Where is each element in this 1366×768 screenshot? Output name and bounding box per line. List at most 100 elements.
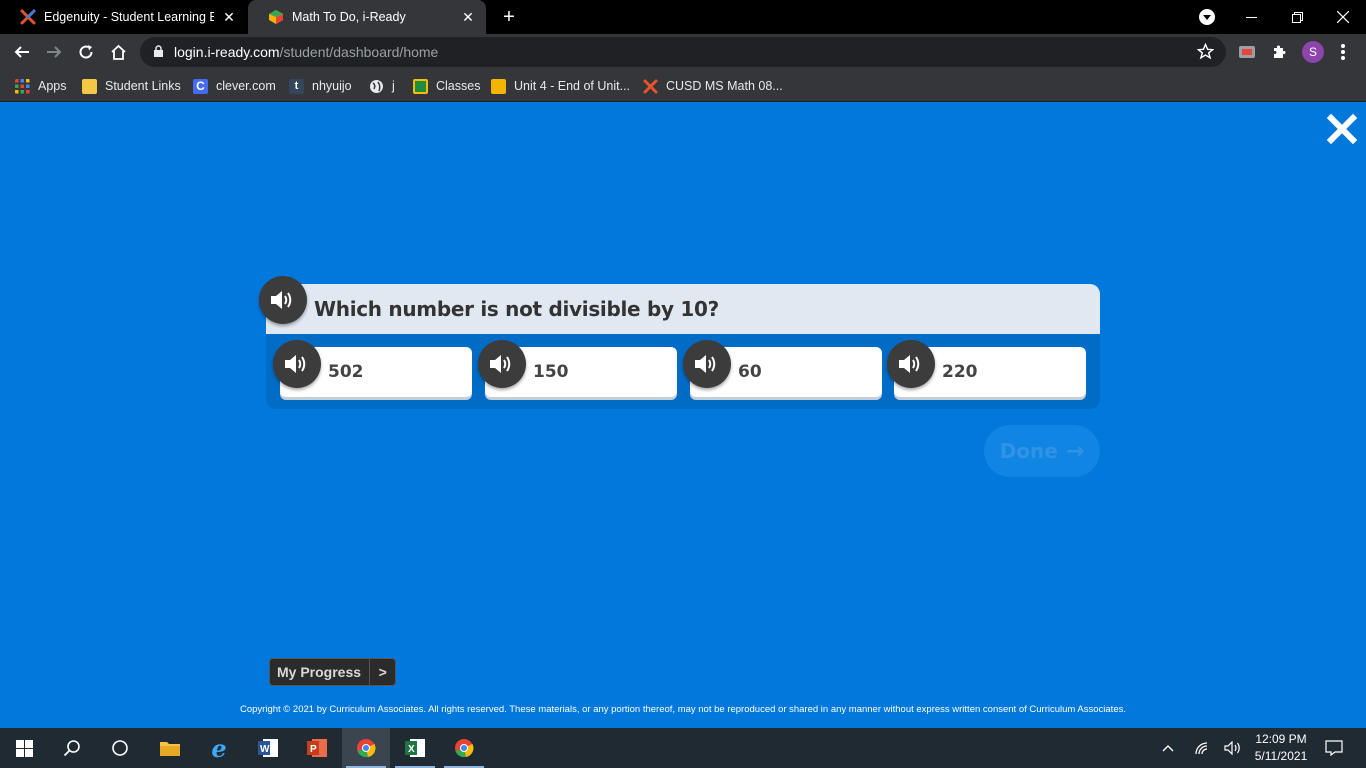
chrome-icon[interactable] [342, 728, 390, 768]
copyright-text: Copyright © 2021 by Curriculum Associate… [240, 704, 1126, 715]
show-hidden-icons-chevron-up-icon[interactable] [1157, 728, 1179, 768]
ie-glyph: e [211, 733, 227, 763]
tab-title: Edgenuity - Student Learning Experience [44, 10, 214, 24]
answer-speaker-icon[interactable] [887, 340, 935, 388]
close-lesson-icon[interactable] [1326, 113, 1358, 145]
clever-icon: C [193, 78, 208, 94]
folder-icon [82, 78, 97, 94]
lock-icon [154, 45, 163, 57]
my-progress-button[interactable]: My Progress > [269, 658, 396, 686]
bookmark-student-links[interactable]: Student Links [82, 77, 181, 95]
chevron-right-icon: > [378, 664, 387, 680]
bookmark-apps[interactable]: Apps [15, 77, 67, 95]
answer-value: 220 [942, 362, 978, 382]
clock-date: 5/11/2021 [1254, 749, 1308, 763]
bookmark-star-icon[interactable] [1197, 43, 1214, 60]
answer-option-1[interactable]: 502 [273, 340, 472, 397]
bookmark-label: nhyuijo [312, 79, 352, 93]
url-host: login.i-ready.com [174, 44, 280, 60]
edgenuity-favicon-icon [643, 79, 658, 93]
bookmark-label: Unit 4 - End of Unit... [514, 79, 631, 93]
tab-close-icon[interactable]: ✕ [460, 9, 476, 25]
iready-favicon-icon [269, 10, 283, 24]
address-bar[interactable]: login.i-ready.com/student/dashboard/home [140, 37, 1226, 67]
clock-time: 12:09 PM [1255, 732, 1307, 746]
new-tab-icon[interactable]: + [498, 6, 520, 28]
reload-icon[interactable] [74, 40, 98, 64]
bookmark-label: CUSD MS Math 08... [666, 79, 783, 93]
tab-edgenuity[interactable]: Edgenuity - Student Learning Experience … [0, 0, 247, 34]
answer-option-4[interactable]: 220 [887, 340, 1086, 397]
search-icon[interactable] [48, 728, 96, 768]
answer-speaker-icon[interactable] [478, 340, 526, 388]
bookmark-classes[interactable]: Classes [413, 77, 480, 95]
task-view-icon[interactable] [96, 728, 144, 768]
answer-option-3[interactable]: 60 [683, 340, 882, 397]
start-windows-icon[interactable] [0, 728, 48, 768]
question-speaker-icon[interactable] [259, 276, 307, 324]
extensions-puzzle-icon[interactable] [1269, 42, 1289, 62]
bookmark-cusd-math[interactable]: CUSD MS Math 08... [643, 77, 783, 95]
edgenuity-favicon-icon [20, 9, 36, 25]
home-icon[interactable] [106, 40, 130, 64]
excel-icon[interactable]: X [391, 728, 439, 768]
file-explorer-icon[interactable] [146, 728, 194, 768]
done-label: Done [999, 439, 1058, 463]
tumblr-icon: t [289, 78, 304, 94]
answer-option-2[interactable]: 150 [478, 340, 677, 397]
done-button[interactable]: Done → [984, 425, 1100, 477]
answer-value: 60 [738, 362, 762, 382]
url-text: login.i-ready.com/student/dashboard/home [174, 44, 438, 60]
tab-search-icon[interactable] [1199, 9, 1215, 25]
slides-icon [491, 78, 506, 94]
question-bar: Which number is not divisible by 10? [266, 284, 1100, 334]
lesson-area: Which number is not divisible by 10? 502… [0, 103, 1366, 728]
bookmark-label: j [392, 79, 395, 93]
tab-iready[interactable]: Math To Do, i-Ready ✕ [248, 0, 486, 34]
browser-menu-icon[interactable] [1335, 42, 1351, 62]
svg-text:X: X [408, 744, 415, 755]
question-text: Which number is not divisible by 10? [314, 297, 719, 321]
apps-grid-icon [15, 78, 30, 93]
browser-toolbar: login.i-ready.com/student/dashboard/home… [0, 34, 1366, 70]
arrow-right-icon: → [1065, 438, 1085, 464]
system-clock[interactable]: 12:09 PM 5/11/2021 [1248, 731, 1314, 765]
chrome-icon[interactable] [440, 728, 488, 768]
cast-icon[interactable] [1237, 42, 1257, 62]
bookmark-unit4[interactable]: Unit 4 - End of Unit... [491, 77, 630, 95]
bookmark-nhyuijo[interactable]: t nhyuijo [289, 77, 352, 95]
tab-close-icon[interactable]: ✕ [221, 9, 237, 25]
profile-avatar[interactable]: S [1302, 41, 1324, 63]
volume-icon[interactable] [1222, 728, 1244, 768]
svg-text:W: W [260, 744, 270, 755]
internet-explorer-icon[interactable]: e [195, 728, 243, 768]
restore-icon[interactable] [1274, 0, 1320, 34]
globe-icon [370, 79, 383, 93]
bookmark-label: clever.com [216, 79, 276, 93]
bookmark-label: Student Links [105, 79, 181, 93]
classroom-icon [413, 78, 428, 94]
bookmarks-bar: Apps Student Links C clever.com t nhyuij… [0, 70, 1366, 102]
powerpoint-icon[interactable]: P [293, 728, 341, 768]
back-icon[interactable] [10, 40, 34, 64]
tab-title: Math To Do, i-Ready [292, 10, 406, 24]
svg-text:P: P [310, 744, 317, 755]
answer-value: 150 [533, 362, 569, 382]
bookmark-clever[interactable]: C clever.com [193, 77, 276, 95]
answer-speaker-icon[interactable] [273, 340, 321, 388]
my-progress-label: My Progress [277, 664, 362, 680]
minimize-icon[interactable] [1228, 0, 1274, 34]
bookmark-j[interactable]: j [369, 77, 395, 95]
bookmark-label: Apps [38, 79, 67, 93]
bookmark-label: Classes [436, 79, 481, 93]
network-icon[interactable] [1191, 728, 1213, 768]
forward-icon[interactable] [42, 40, 66, 64]
windows-taskbar: e W P X 12:09 PM 5/11/2021 [0, 728, 1366, 768]
notifications-icon[interactable] [1322, 728, 1346, 768]
answer-value: 502 [328, 362, 364, 382]
question-panel: Which number is not divisible by 10? 502… [259, 276, 1100, 409]
word-icon[interactable]: W [244, 728, 292, 768]
window-close-icon[interactable] [1320, 0, 1366, 34]
answer-speaker-icon[interactable] [683, 340, 731, 388]
url-path: /student/dashboard/home [279, 44, 439, 60]
